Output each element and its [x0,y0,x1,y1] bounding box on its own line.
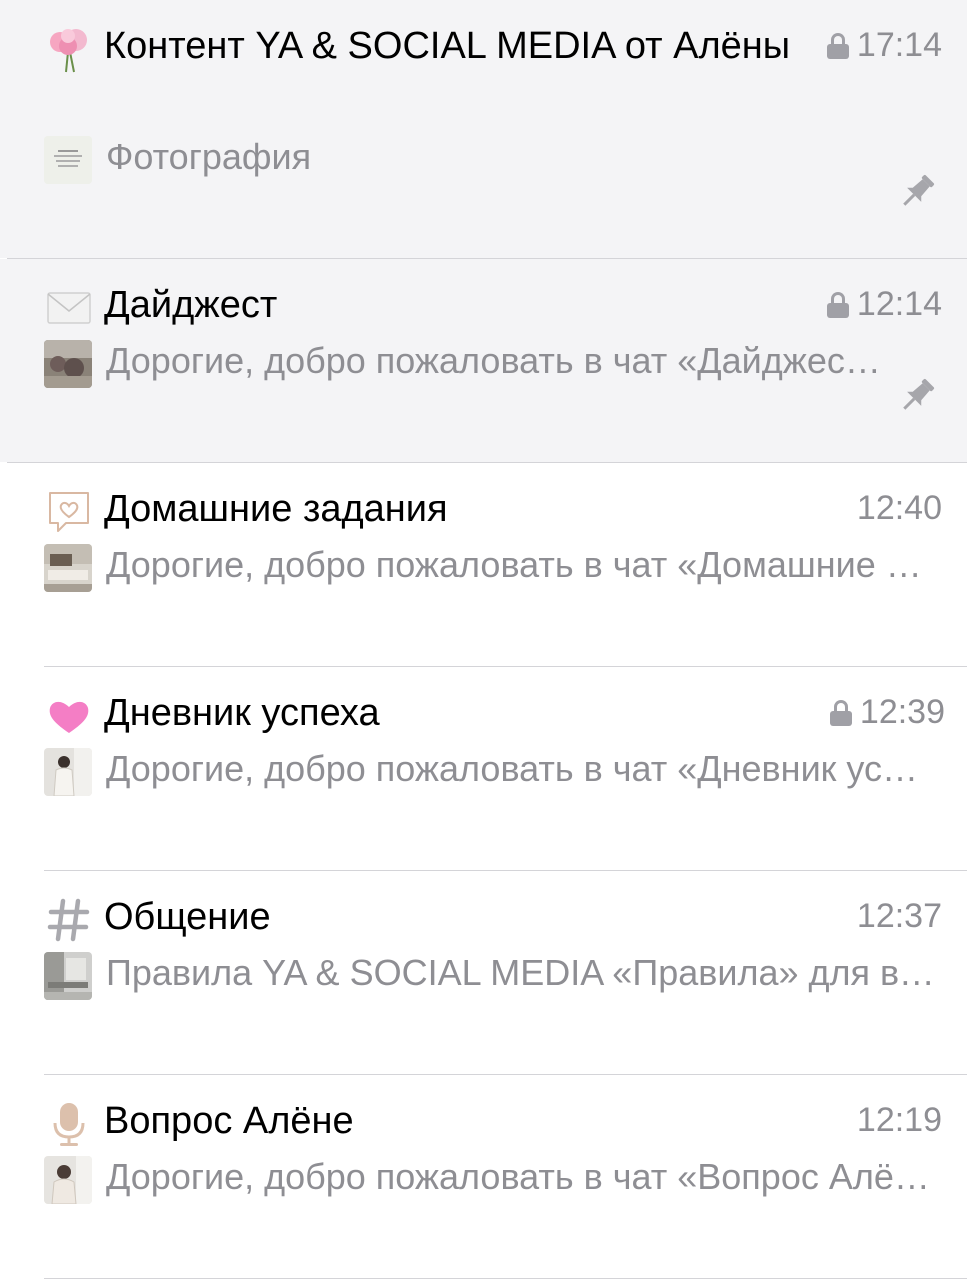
chat-row-homework[interactable]: Домашние задания 12:40 Дорогие, добро по… [0,463,967,666]
chat-time: 12:37 [857,897,942,936]
chat-time-text: 12:39 [859,693,945,731]
microphone-icon [44,1099,94,1149]
lock-icon [826,291,849,318]
photo-thumbnail [44,340,92,388]
chat-title: Дневник успеха [104,692,380,734]
chat-time-text: 17:14 [856,26,942,64]
hashtag-icon [44,895,94,945]
chat-title: Дайджест [104,284,278,326]
chat-time: 12:40 [857,489,942,528]
chat-preview: Дорогие, добро пожаловать в чат «Дайджес… [106,340,881,381]
photo-thumbnail [44,748,92,796]
chat-row-content[interactable]: Контент YA & SOCIAL MEDIA от Алёны 17:14… [0,0,967,258]
chat-title: Контент YA & SOCIAL MEDIA от Алёны [104,25,791,67]
photo-thumbnail [44,544,92,592]
pink-heart-icon [44,691,94,741]
chat-preview: Дорогие, добро пожаловать в чат «Вопрос … [106,1156,936,1197]
chat-time-text: 12:37 [856,897,942,935]
heart-speech-bubble-icon [44,487,94,537]
chat-preview: Дорогие, добро пожаловать в чат «Дневник… [106,748,936,789]
chat-list: Контент YA & SOCIAL MEDIA от Алёны 17:14… [0,0,967,1280]
chat-preview: Дорогие, добро пожаловать в чат «Домашни… [106,544,936,585]
chat-preview: Правила YA & SOCIAL MEDIA «Правила» для … [106,952,936,993]
chat-title: Общение [104,896,271,938]
chat-time: 12:14 [826,285,942,324]
chat-row-success-diary[interactable]: Дневник успеха 12:39 Дорогие, добро пожа… [0,667,967,870]
chat-time-text: 12:14 [856,285,942,323]
chat-time-text: 12:19 [856,1101,942,1139]
chat-title: Вопрос Алёне [104,1100,354,1142]
pin-icon [895,374,939,418]
chat-row-communication[interactable]: Общение 12:37 Правила YA & SOCIAL MEDIA … [0,871,967,1074]
chat-time-text: 12:40 [856,489,942,527]
photo-thumbnail [44,952,92,1000]
chat-time: 17:14 [826,26,942,65]
lock-icon [826,32,849,59]
chat-row-question[interactable]: Вопрос Алёне 12:19 Дорогие, добро пожало… [0,1075,967,1278]
separator [44,1278,967,1279]
chat-preview: Фотография [106,136,312,177]
chat-time: 12:19 [857,1101,942,1140]
chat-row-digest[interactable]: Дайджест 12:14 Дорогие, добро пожаловать… [0,259,967,462]
lock-icon [829,699,852,726]
envelope-emoji-icon [44,283,94,333]
chat-title: Домашние задания [104,488,448,530]
pin-icon [895,170,939,214]
photo-thumbnail [44,1156,92,1204]
chat-time: 12:39 [829,693,945,732]
photo-thumbnail [44,136,92,184]
